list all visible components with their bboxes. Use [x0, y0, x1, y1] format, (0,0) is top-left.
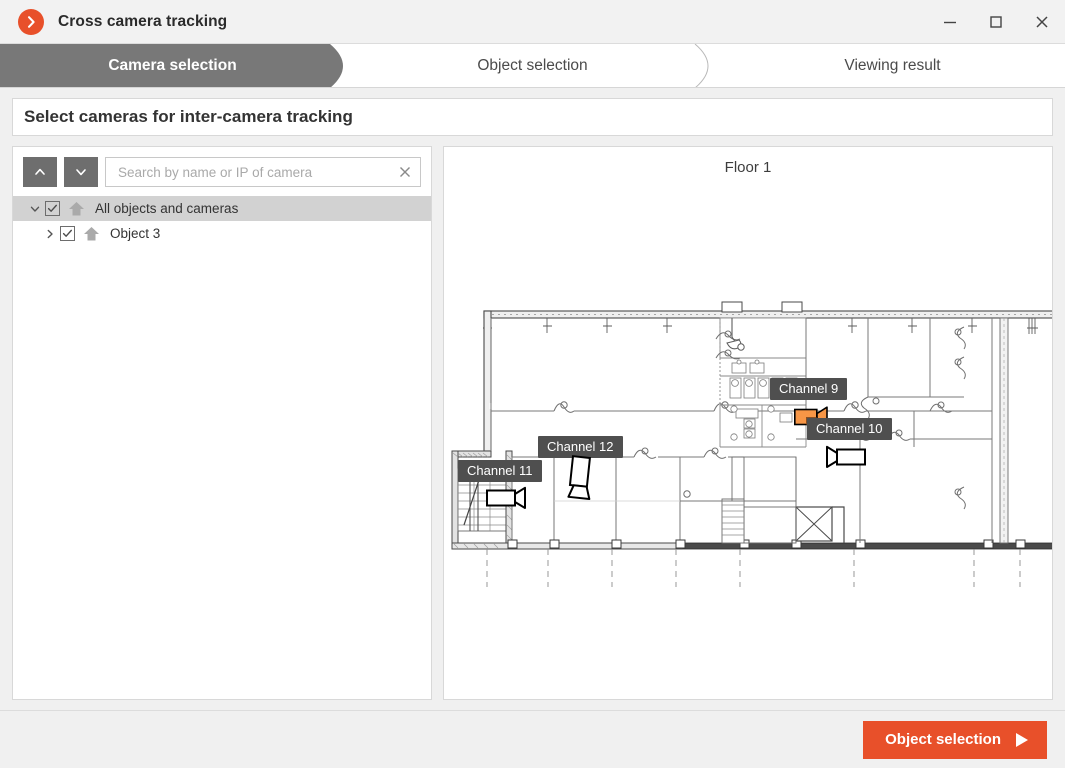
wizard-tabs: Camera selection Object selection Viewin…	[0, 44, 1065, 88]
camera-tree: All objects and cameras Object 3	[13, 196, 431, 246]
camera-label-channel-9[interactable]: Channel 9	[770, 378, 848, 400]
title-bar: Cross camera tracking	[0, 0, 1065, 44]
tree-item-object-3[interactable]: Object 3	[13, 221, 431, 246]
home-icon	[68, 201, 85, 217]
window-controls	[927, 0, 1065, 44]
camera-icon-channel-10[interactable]	[825, 445, 867, 474]
tree-item-label: All objects and cameras	[95, 201, 239, 216]
maximize-button[interactable]	[973, 0, 1019, 44]
expand-collapse-toggle[interactable]	[40, 228, 60, 240]
app-logo-icon	[18, 8, 44, 35]
camera-icon-channel-12[interactable]	[567, 455, 595, 505]
floor-plan-drawing	[451, 301, 1052, 587]
play-triangle-icon	[1016, 732, 1028, 747]
main-content: All objects and cameras	[0, 136, 1065, 700]
close-button[interactable]	[1019, 0, 1065, 44]
checkmark-icon	[62, 229, 72, 237]
tab-object-selection[interactable]: Object selection	[345, 44, 720, 87]
chevron-down-icon	[30, 206, 40, 212]
tab-camera-selection[interactable]: Camera selection	[0, 44, 345, 87]
tree-item-label: Object 3	[110, 226, 161, 241]
search-input[interactable]	[116, 159, 398, 185]
next-button-label: Object selection	[885, 731, 1001, 748]
next-object-selection-button[interactable]: Object selection	[863, 720, 1047, 759]
scroll-up-button[interactable]	[23, 157, 57, 187]
clear-x-icon	[400, 167, 410, 177]
chevron-down-icon	[76, 169, 86, 176]
floor-plan-panel[interactable]: Floor 1 Channel 9 Channel 10 Channel 11 …	[443, 146, 1053, 700]
maximize-icon	[990, 16, 1002, 28]
home-icon	[83, 226, 100, 242]
checkmark-icon	[47, 204, 57, 212]
minimize-icon	[944, 21, 956, 24]
tree-item-checkbox[interactable]	[45, 201, 60, 216]
camera-tree-panel: All objects and cameras	[12, 146, 432, 700]
camera-label-channel-10[interactable]: Channel 10	[807, 418, 892, 440]
chevron-up-icon	[35, 168, 45, 175]
close-icon	[1036, 16, 1048, 28]
expand-collapse-toggle[interactable]	[25, 203, 45, 215]
app-window: Cross camera tracking Camera selection O…	[0, 0, 1065, 768]
tree-item-all-objects-and-cameras[interactable]: All objects and cameras	[13, 196, 431, 221]
tab-viewing-result[interactable]: Viewing result	[720, 44, 1065, 87]
camera-icon-channel-11[interactable]	[485, 486, 527, 515]
footer-bar: Object selection	[0, 710, 1065, 768]
camera-label-channel-11[interactable]: Channel 11	[458, 460, 542, 482]
tree-item-checkbox[interactable]	[60, 226, 75, 241]
scroll-down-button[interactable]	[64, 157, 98, 187]
chevron-right-icon	[47, 229, 53, 238]
heading-band: Select cameras for inter-camera tracking	[0, 88, 1065, 136]
page-title: Select cameras for inter-camera tracking	[12, 98, 1053, 136]
minimize-button[interactable]	[927, 0, 973, 44]
search-box[interactable]	[105, 157, 421, 187]
clear-search-button[interactable]	[398, 165, 412, 179]
tree-toolbar	[13, 147, 431, 187]
window-title: Cross camera tracking	[58, 12, 228, 30]
